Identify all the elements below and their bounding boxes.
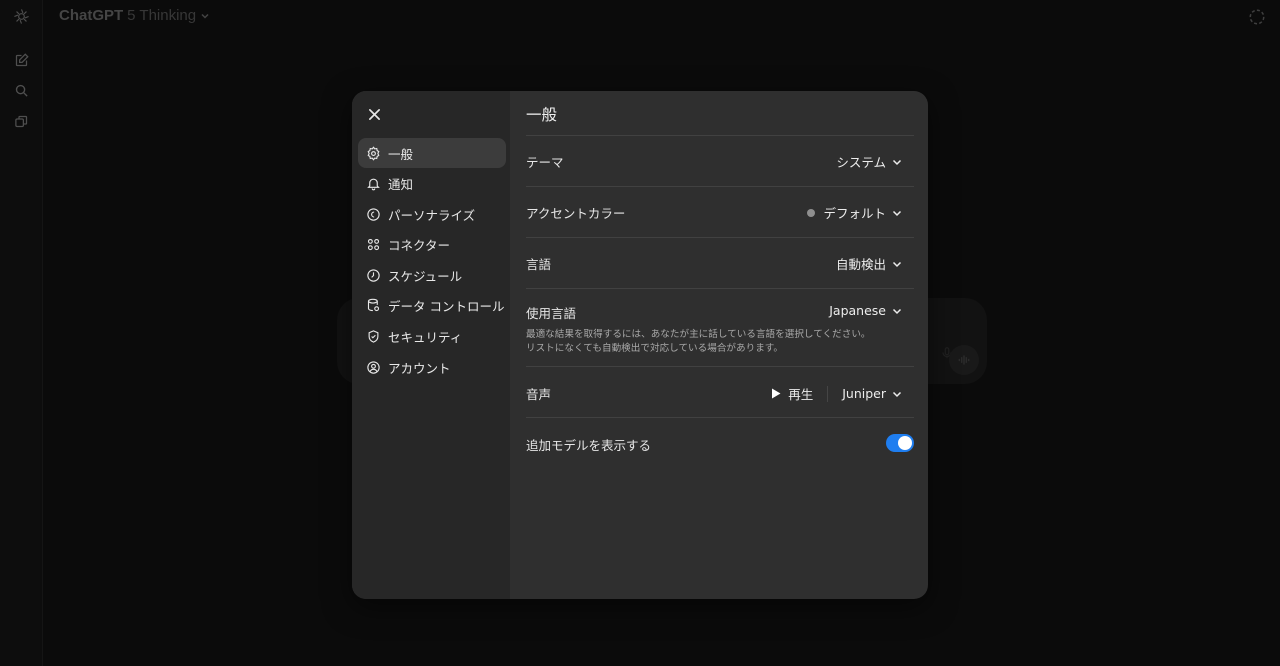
nav-label: コネクター bbox=[388, 238, 451, 254]
settings-nav: 一般 通知 パーソナライズ コネクター スケジュール データ コントロール セキ… bbox=[358, 138, 506, 383]
spoken-language-dropdown[interactable]: Japanese bbox=[829, 303, 902, 318]
theme-row: テーマ システム bbox=[526, 135, 914, 186]
database-icon bbox=[366, 298, 381, 313]
nav-item-notifications[interactable]: 通知 bbox=[358, 169, 506, 199]
chevron-down-icon bbox=[892, 391, 902, 397]
spoken-language-value: Japanese bbox=[829, 303, 886, 318]
gear-icon bbox=[366, 145, 381, 161]
bell-icon bbox=[366, 176, 381, 191]
accent-color-label: アクセントカラー bbox=[526, 206, 626, 221]
nav-label: アカウント bbox=[388, 360, 451, 376]
theme-value: システム bbox=[836, 155, 886, 170]
settings-panel: 一般 テーマ システム アクセントカラー デフォルト 言語 自動検出 使用言語 … bbox=[510, 91, 928, 599]
language-label: 言語 bbox=[526, 257, 552, 272]
nav-item-general[interactable]: 一般 bbox=[358, 138, 506, 168]
spoken-language-row: 使用言語 Japanese 最適な結果を取得するには、あなたが主に話している言語… bbox=[526, 288, 914, 366]
voice-label: 音声 bbox=[526, 387, 552, 402]
language-row: 言語 自動検出 bbox=[526, 237, 914, 288]
play-label: 再生 bbox=[788, 387, 814, 402]
play-voice-button[interactable]: 再生 bbox=[771, 384, 813, 403]
toggle-knob bbox=[898, 436, 912, 450]
nav-item-data-controls[interactable]: データ コントロール bbox=[358, 291, 506, 321]
close-button[interactable] bbox=[364, 104, 384, 124]
nav-label: 通知 bbox=[388, 177, 414, 193]
voice-value: Juniper bbox=[842, 386, 886, 401]
nav-item-security[interactable]: セキュリティ bbox=[358, 322, 506, 352]
separator bbox=[827, 385, 829, 402]
voice-row: 音声 再生 Juniper bbox=[526, 366, 914, 417]
chevron-down-icon bbox=[892, 308, 902, 314]
additional-models-label: 追加モデルを表示する bbox=[526, 438, 652, 453]
accent-swatch bbox=[807, 208, 816, 217]
personalize-icon bbox=[366, 207, 381, 222]
nav-label: セキュリティ bbox=[388, 330, 463, 346]
nav-item-personalize[interactable]: パーソナライズ bbox=[358, 199, 506, 229]
accent-color-row: アクセントカラー デフォルト bbox=[526, 186, 914, 237]
play-icon bbox=[772, 388, 781, 399]
nav-label: 一般 bbox=[388, 146, 414, 162]
theme-label: テーマ bbox=[526, 155, 564, 170]
shield-icon bbox=[366, 329, 381, 344]
settings-dialog: 一般 通知 パーソナライズ コネクター スケジュール データ コントロール セキ… bbox=[352, 91, 928, 599]
nav-label: パーソナライズ bbox=[388, 207, 476, 223]
clock-icon bbox=[366, 268, 381, 283]
additional-models-row: 追加モデルを表示する bbox=[526, 417, 914, 468]
nav-label: スケジュール bbox=[388, 268, 463, 284]
voice-controls: 再生 Juniper bbox=[771, 384, 902, 403]
chevron-down-icon bbox=[892, 261, 902, 267]
account-icon bbox=[366, 360, 381, 375]
connectors-icon bbox=[366, 237, 381, 252]
panel-title: 一般 bbox=[526, 106, 558, 124]
accent-color-value: デフォルト bbox=[823, 206, 886, 221]
spoken-language-label: 使用言語 bbox=[526, 306, 577, 321]
language-value: 自動検出 bbox=[835, 257, 886, 272]
chevron-down-icon bbox=[892, 159, 902, 165]
nav-item-schedule[interactable]: スケジュール bbox=[358, 260, 506, 290]
spoken-language-description: 最適な結果を取得するには、あなたが主に話している言語を選択してください。リストに… bbox=[526, 329, 871, 354]
theme-dropdown[interactable]: システム bbox=[836, 152, 902, 171]
accent-color-dropdown[interactable]: デフォルト bbox=[807, 203, 902, 222]
nav-item-account[interactable]: アカウント bbox=[358, 352, 506, 382]
language-dropdown[interactable]: 自動検出 bbox=[836, 254, 902, 273]
voice-dropdown[interactable]: Juniper bbox=[842, 386, 902, 401]
additional-models-toggle[interactable] bbox=[886, 434, 914, 452]
nav-item-connectors[interactable]: コネクター bbox=[358, 230, 506, 260]
nav-label: データ コントロール bbox=[388, 299, 505, 315]
settings-sidebar: 一般 通知 パーソナライズ コネクター スケジュール データ コントロール セキ… bbox=[352, 91, 510, 599]
close-icon bbox=[368, 108, 380, 120]
chevron-down-icon bbox=[892, 210, 902, 216]
